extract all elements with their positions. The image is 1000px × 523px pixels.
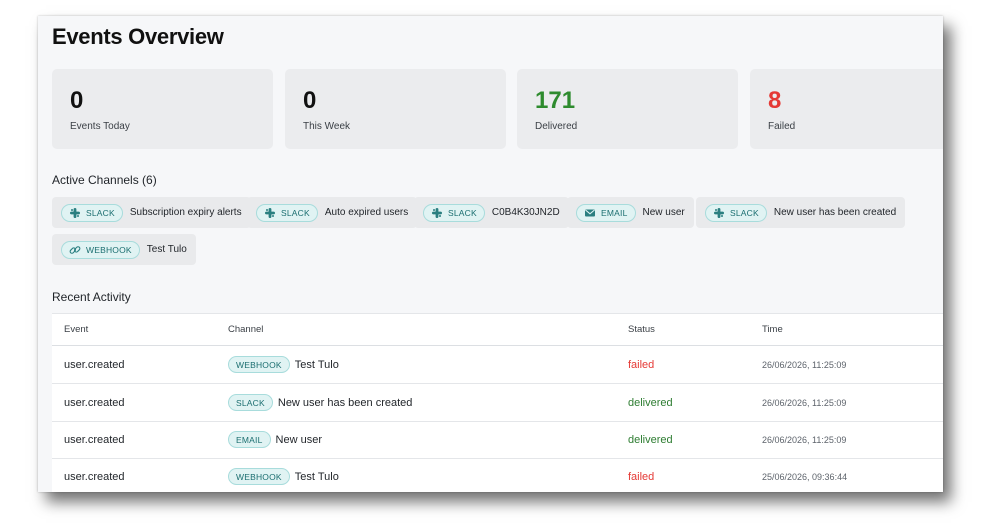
time-cell: 26/06/2026, 11:25:09 — [762, 434, 847, 445]
channel-name: New user — [642, 207, 685, 218]
channel-type-label: SLACK — [86, 207, 115, 218]
slack-icon — [714, 207, 724, 218]
event-cell: user.created — [64, 396, 125, 409]
column-header-time: Time — [762, 324, 783, 335]
column-header-status: Status — [628, 324, 655, 335]
channel-name: Test Tulo — [294, 358, 339, 371]
table-row[interactable]: user.created WEBHOOK Test Tulo failed 25… — [52, 458, 943, 492]
channel-chip[interactable]: SLACK New user has been created — [696, 197, 906, 228]
slack-icon — [70, 207, 80, 218]
stat-value: 0 — [303, 87, 317, 114]
stat-card-failed: 8 Failed — [750, 69, 943, 149]
status-text: delivered — [628, 396, 673, 409]
stat-card-this-week: 0 This Week — [285, 69, 506, 149]
channel-type-label: SLACK — [281, 207, 310, 218]
channel-type-badge: SLACK — [705, 203, 767, 222]
channel-name: Auto expired users — [324, 207, 409, 218]
channel-type-badge: WEBHOOK — [228, 356, 290, 373]
channel-type-badge: SLACK — [228, 394, 273, 411]
recent-activity-heading: Recent Activity — [52, 290, 131, 304]
channel-type-badge: SLACK — [423, 203, 485, 222]
channel-chip[interactable]: SLACK C0B4K30JN2D — [414, 197, 569, 228]
channel-cell: EMAIL New user — [228, 421, 322, 458]
channel-chip[interactable]: SLACK Subscription expiry alerts — [52, 197, 251, 228]
channel-cell: WEBHOOK Test Tulo — [228, 346, 339, 383]
channel-type-label: WEBHOOK — [86, 244, 132, 255]
status-text: delivered — [628, 433, 673, 446]
channel-chip[interactable]: SLACK Auto expired users — [247, 197, 418, 228]
recent-activity-table: Event Channel Status Time user.created W… — [52, 313, 943, 492]
channel-cell: SLACK New user has been created — [228, 384, 412, 421]
stat-label: Events Today — [70, 121, 130, 132]
slack-icon — [432, 207, 442, 218]
channel-type-badge: SLACK — [61, 203, 123, 222]
active-channels-heading: Active Channels (6) — [52, 173, 157, 187]
channel-name: Subscription expiry alerts — [129, 207, 242, 218]
time-cell: 26/06/2026, 11:25:09 — [762, 359, 847, 370]
column-header-event: Event — [64, 324, 89, 335]
channel-name: C0B4K30JN2D — [491, 207, 560, 218]
stat-label: This Week — [303, 121, 351, 132]
channel-cell: WEBHOOK Test Tulo — [228, 458, 339, 492]
time-cell: 25/06/2026, 09:36:44 — [762, 471, 848, 482]
channel-type-label: SLACK — [730, 207, 759, 218]
status-text: failed — [628, 358, 655, 371]
stat-value: 171 — [535, 87, 576, 114]
table-row[interactable]: user.created EMAIL New user delivered 26… — [52, 421, 943, 459]
channel-type-badge: WEBHOOK — [61, 240, 140, 259]
channel-chip[interactable]: WEBHOOK Test Tulo — [52, 234, 196, 265]
channel-type-badge: WEBHOOK — [228, 468, 290, 485]
stat-card-delivered: 171 Delivered — [517, 69, 738, 149]
channel-type-label: EMAIL — [601, 207, 628, 218]
status-text: failed — [628, 470, 655, 483]
channel-name: New user has been created — [773, 207, 897, 218]
time-cell: 26/06/2026, 11:25:09 — [762, 397, 847, 408]
event-cell: user.created — [64, 358, 125, 371]
stat-card-events-today: 0 Events Today — [52, 69, 273, 149]
column-header-channel: Channel — [228, 324, 264, 335]
events-overview-panel: Events Overview 0 Events Today 0 This We… — [38, 16, 943, 492]
mail-icon — [585, 209, 595, 216]
stat-value: 0 — [70, 87, 84, 114]
stat-value: 8 — [768, 87, 782, 114]
channel-type-badge: EMAIL — [576, 203, 636, 222]
link-icon — [69, 245, 81, 254]
channel-name: Test Tulo — [294, 470, 339, 483]
table-row[interactable]: user.created SLACK New user has been cre… — [52, 384, 943, 422]
table-header: Event Channel Status Time — [52, 314, 943, 346]
channel-chip[interactable]: EMAIL New user — [567, 197, 694, 228]
channel-type-badge: EMAIL — [228, 431, 271, 448]
event-cell: user.created — [64, 470, 125, 483]
channel-name: New user — [275, 433, 322, 446]
event-cell: user.created — [64, 433, 125, 446]
stat-label: Delivered — [535, 121, 578, 132]
page-title: Events Overview — [52, 24, 224, 49]
table-row[interactable]: user.created WEBHOOK Test Tulo failed 26… — [52, 346, 943, 384]
slack-icon — [265, 207, 275, 218]
channel-name: Test Tulo — [146, 244, 187, 255]
channel-name: New user has been created — [277, 396, 413, 409]
channel-type-label: SLACK — [448, 207, 477, 218]
channel-type-badge: SLACK — [256, 203, 318, 222]
stat-label: Failed — [768, 121, 796, 132]
